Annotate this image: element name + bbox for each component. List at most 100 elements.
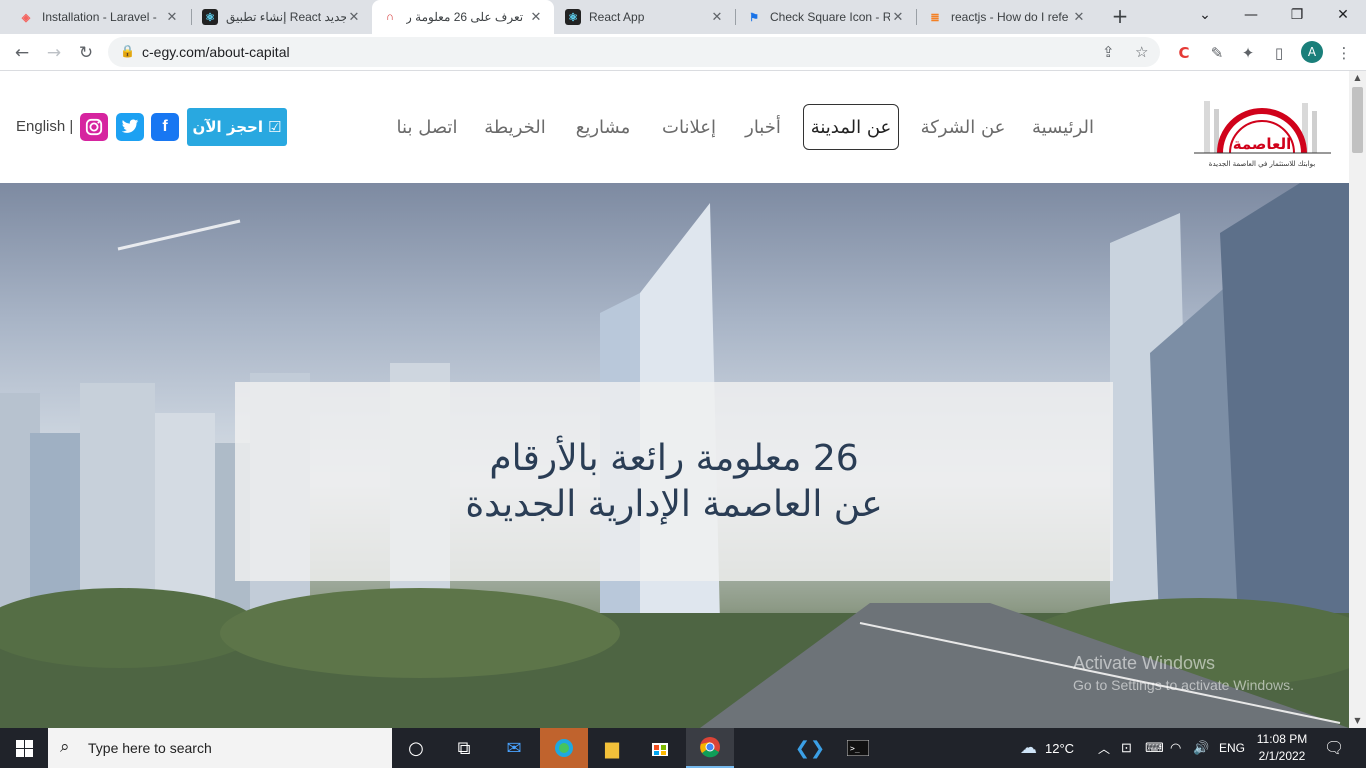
browser-toolbar: ← → ↻ 🔒 c-egy.com/about-capital ⇪ ☆ C ✎ … bbox=[0, 34, 1366, 71]
reload-button[interactable]: ↻ bbox=[73, 40, 99, 66]
twitter-icon[interactable] bbox=[116, 113, 144, 141]
site-header: العاصمة بوابتك للاستثمار في العاصمة الجد… bbox=[0, 71, 1349, 183]
share-icon[interactable]: ⇪ bbox=[1102, 43, 1115, 61]
input-method-icon[interactable]: ⌨ bbox=[1145, 728, 1164, 768]
tab-react-new[interactable]: ⚛ إنشاء تطبيق React جديد ✕ bbox=[192, 0, 372, 34]
react-icon: ⚛ bbox=[202, 9, 218, 25]
network-device-icon[interactable]: ⊡ bbox=[1121, 728, 1132, 768]
activate-windows-subtitle: Go to Settings to activate Windows. bbox=[1073, 677, 1294, 693]
restore-button[interactable]: ❐ bbox=[1274, 0, 1320, 30]
logo-tagline: بوابتك للاستثمار في العاصمة الجديدة bbox=[1209, 160, 1315, 168]
store-icon[interactable] bbox=[636, 728, 684, 768]
tab-title: Installation - Laravel - bbox=[42, 10, 157, 24]
scroll-up-arrow[interactable]: ▲ bbox=[1349, 71, 1366, 85]
close-icon[interactable]: ✕ bbox=[528, 9, 544, 25]
show-hidden-icons[interactable]: ︿ bbox=[1098, 728, 1110, 768]
clock-time: 11:08 PM bbox=[1256, 732, 1308, 746]
tab-title: reactjs - How do I refe bbox=[951, 10, 1069, 24]
terminal-icon[interactable]: >_ bbox=[834, 728, 882, 768]
system-clock[interactable]: 11:08 PM 2/1/2022 bbox=[1250, 731, 1314, 765]
chrome-icon[interactable] bbox=[686, 728, 734, 768]
language-switch[interactable]: English | bbox=[16, 118, 73, 135]
tab-react-app[interactable]: ⚛ React App ✕ bbox=[555, 0, 735, 34]
book-now-label: احجز الآن bbox=[192, 118, 263, 136]
tab-title: Check Square Icon - R bbox=[770, 10, 890, 24]
search-icon: ⌕ bbox=[60, 737, 70, 757]
notification-center-icon[interactable]: 🗨 bbox=[1324, 728, 1344, 768]
menu-kebab-icon[interactable]: ⋮ bbox=[1333, 42, 1355, 64]
flag-icon: ⚑ bbox=[749, 11, 759, 24]
tab-title: إنشاء تطبيق React جديد bbox=[226, 10, 346, 24]
task-view-icon[interactable]: ⧉ bbox=[440, 728, 488, 768]
bookmark-star-icon[interactable]: ☆ bbox=[1135, 43, 1148, 61]
tab-check-square[interactable]: ⚑ Check Square Icon - R ✕ bbox=[736, 0, 916, 34]
nav-about-city[interactable]: عن المدينة bbox=[803, 104, 899, 150]
close-window-button[interactable]: ✕ bbox=[1320, 0, 1366, 30]
scroll-thumb[interactable] bbox=[1352, 87, 1363, 153]
close-icon[interactable]: ✕ bbox=[346, 9, 362, 25]
close-icon[interactable]: ✕ bbox=[709, 9, 725, 25]
taskbar-search[interactable]: ⌕ Type here to search bbox=[48, 728, 392, 768]
logo-wordmark: العاصمة bbox=[1233, 135, 1292, 153]
address-bar[interactable]: 🔒 c-egy.com/about-capital ⇪ ☆ bbox=[108, 37, 1160, 67]
close-icon[interactable]: ✕ bbox=[164, 9, 180, 25]
edge-icon[interactable] bbox=[540, 728, 588, 768]
book-now-button[interactable]: احجز الآن ☑ bbox=[187, 108, 287, 146]
new-tab-button[interactable]: + bbox=[1108, 4, 1132, 28]
close-icon[interactable]: ✕ bbox=[890, 9, 906, 25]
tab-title: تعرف على 26 معلومة ر bbox=[406, 10, 524, 24]
tab-laravel[interactable]: ◈ Installation - Laravel - ✕ bbox=[8, 0, 190, 34]
nav-contact[interactable]: اتصل بنا bbox=[390, 104, 464, 150]
tab-title: React App bbox=[589, 10, 645, 24]
nav-news[interactable]: أخبار bbox=[738, 104, 788, 150]
site-favicon-icon: ∩ bbox=[386, 11, 394, 23]
weather-widget[interactable]: ☁ 12°C bbox=[1020, 728, 1074, 768]
instagram-icon[interactable] bbox=[80, 113, 108, 141]
forward-button[interactable]: → bbox=[41, 40, 67, 66]
wifi-icon[interactable]: ◠ bbox=[1170, 728, 1181, 768]
vscode-icon[interactable]: ❮❯ bbox=[786, 728, 834, 768]
cloud-icon: ☁ bbox=[1020, 738, 1037, 757]
site-logo[interactable]: العاصمة بوابتك للاستثمار في العاصمة الجد… bbox=[1190, 81, 1335, 173]
hero-title-line2: عن العاصمة الإدارية الجديدة bbox=[465, 483, 883, 525]
weather-temperature: 12°C bbox=[1045, 740, 1075, 756]
start-button[interactable] bbox=[0, 728, 48, 768]
nav-about-company[interactable]: عن الشركة bbox=[913, 104, 1013, 150]
url-text[interactable]: c-egy.com/about-capital bbox=[142, 44, 290, 60]
cortana-icon[interactable]: ○ bbox=[392, 728, 440, 768]
side-panel-icon[interactable]: ▯ bbox=[1268, 42, 1290, 64]
activate-windows-title: Activate Windows bbox=[1073, 653, 1216, 673]
volume-icon[interactable]: 🔊 bbox=[1193, 728, 1209, 768]
tab-strip: ◈ Installation - Laravel - ✕ ⚛ إنشاء تطب… bbox=[0, 0, 1366, 34]
windows-logo-icon bbox=[15, 739, 33, 757]
close-icon[interactable]: ✕ bbox=[1071, 9, 1087, 25]
lock-icon[interactable]: 🔒 bbox=[120, 44, 135, 58]
back-button[interactable]: ← bbox=[9, 40, 35, 66]
extension-c-icon[interactable]: C bbox=[1173, 42, 1195, 64]
web-page: العاصمة بوابتك للاستثمار في العاصمة الجد… bbox=[0, 71, 1349, 728]
extension-eyedropper-icon[interactable]: ✎ bbox=[1206, 42, 1228, 64]
tab-capital-facts[interactable]: ∩ تعرف على 26 معلومة ر ✕ bbox=[372, 0, 554, 34]
extensions-puzzle-icon[interactable]: ✦ bbox=[1237, 42, 1259, 64]
nav-projects[interactable]: مشاريع bbox=[568, 104, 638, 150]
minimize-button[interactable]: — bbox=[1228, 0, 1274, 30]
svg-text:>_: >_ bbox=[850, 744, 860, 753]
mail-icon[interactable]: ✉ bbox=[490, 728, 538, 768]
clock-date: 2/1/2022 bbox=[1258, 749, 1306, 763]
profile-avatar[interactable]: A bbox=[1301, 41, 1323, 63]
page-scrollbar[interactable]: ▲ ▼ bbox=[1349, 71, 1366, 728]
scroll-down-arrow[interactable]: ▼ bbox=[1349, 714, 1366, 728]
file-explorer-icon[interactable]: ▆ bbox=[588, 728, 636, 768]
hero-banner: 26 معلومة رائعة بالأرقام عن العاصمة الإد… bbox=[0, 183, 1349, 728]
hero-caption-box: 26 معلومة رائعة بالأرقام عن العاصمة الإد… bbox=[235, 382, 1113, 581]
nav-map[interactable]: الخريطة bbox=[478, 104, 552, 150]
tab-stackoverflow[interactable]: ≣ reactjs - How do I refe ✕ bbox=[917, 0, 1097, 34]
stackoverflow-icon: ≣ bbox=[930, 11, 940, 24]
facebook-icon[interactable]: f bbox=[151, 113, 179, 141]
nav-home[interactable]: الرئيسية bbox=[1025, 104, 1101, 150]
nav-ads[interactable]: إعلانات bbox=[655, 104, 723, 150]
language-indicator[interactable]: ENG bbox=[1219, 728, 1245, 768]
search-placeholder: Type here to search bbox=[88, 740, 212, 756]
react-icon: ⚛ bbox=[565, 9, 581, 25]
tab-search-icon[interactable]: ⌄ bbox=[1182, 0, 1228, 30]
